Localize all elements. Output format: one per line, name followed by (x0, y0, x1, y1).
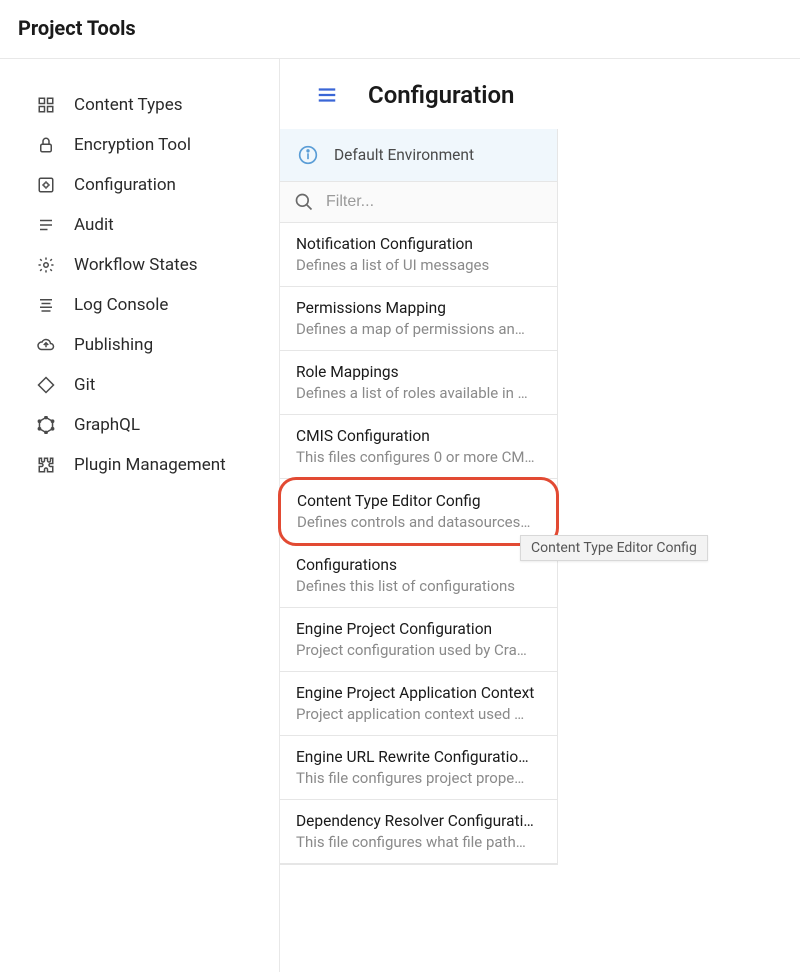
list-item-title: Dependency Resolver Configurati… (296, 812, 541, 830)
list-item-title: CMIS Configuration (296, 427, 541, 445)
config-item-permissions-mapping[interactable]: Permissions Mapping Defines a map of per… (280, 287, 557, 351)
widgets-icon (36, 95, 56, 115)
list-item-desc: Defines a list of UI messages (296, 256, 541, 274)
puzzle-icon (36, 455, 56, 475)
search-icon (294, 192, 314, 212)
list-item-desc: Project configuration used by Cra… (296, 641, 541, 659)
sidebar-item-workflow-states[interactable]: Workflow States (0, 245, 279, 285)
list-item-desc: Defines a map of permissions an… (296, 320, 541, 338)
config-item-notification-configuration[interactable]: Notification Configuration Defines a lis… (280, 223, 557, 287)
sidebar-item-audit[interactable]: Audit (0, 205, 279, 245)
list-item-desc: This files configures 0 or more CM… (296, 448, 541, 466)
sidebar-item-label: Publishing (74, 335, 153, 355)
sidebar-item-graphql[interactable]: GraphQL (0, 405, 279, 445)
hexagon-icon (36, 415, 56, 435)
config-item-engine-url-rewrite-configuration[interactable]: Engine URL Rewrite Configuratio… This fi… (280, 736, 557, 800)
sidebar-item-label: GraphQL (74, 415, 140, 435)
info-icon (298, 145, 318, 165)
environment-banner: Default Environment (280, 129, 557, 182)
list-item-title: Engine Project Application Context (296, 684, 541, 702)
list-item-title: Engine Project Configuration (296, 620, 541, 638)
config-item-dependency-resolver-configuration[interactable]: Dependency Resolver Configurati… This fi… (280, 800, 557, 864)
sidebar-item-label: Workflow States (74, 255, 198, 275)
config-item-engine-project-configuration[interactable]: Engine Project Configuration Project con… (280, 608, 557, 672)
main-content: Configuration Default Environment Notifi… (280, 59, 800, 972)
sidebar-item-label: Git (74, 375, 95, 395)
list-item-desc: This file configures project prope… (296, 769, 541, 787)
sidebar-item-label: Plugin Management (74, 455, 226, 475)
list-item-desc: This file configures what file path… (296, 833, 541, 851)
diamond-icon (36, 375, 56, 395)
config-list: Notification Configuration Defines a lis… (280, 223, 557, 864)
list-item-desc: Defines a list of roles available in … (296, 384, 541, 402)
sidebar-item-publishing[interactable]: Publishing (0, 325, 279, 365)
filter-row (280, 182, 557, 223)
config-item-content-type-editor-config[interactable]: Content Type Editor Config Defines contr… (278, 477, 559, 546)
lock-icon (36, 135, 56, 155)
environment-label: Default Environment (334, 146, 474, 164)
config-item-engine-project-application-context[interactable]: Engine Project Application Context Proje… (280, 672, 557, 736)
list-item-title: Configurations (296, 556, 541, 574)
config-panel: Default Environment Notification Configu… (280, 129, 558, 865)
list-item-desc: Defines this list of configurations (296, 577, 541, 595)
list-item-title: Content Type Editor Config (297, 492, 540, 510)
config-item-role-mappings[interactable]: Role Mappings Defines a list of roles av… (280, 351, 557, 415)
layout: Content Types Encryption Tool Configurat… (0, 59, 800, 972)
main-header: Configuration (280, 59, 800, 129)
list-item-desc: Project application context used … (296, 705, 541, 723)
sidebar-item-content-types[interactable]: Content Types (0, 85, 279, 125)
sidebar-item-log-console[interactable]: Log Console (0, 285, 279, 325)
filter-input[interactable] (326, 193, 543, 211)
sidebar-item-label: Log Console (74, 295, 168, 315)
list-icon (36, 215, 56, 235)
sidebar-item-label: Configuration (74, 175, 176, 195)
list-item-title: Engine URL Rewrite Configuratio… (296, 748, 541, 766)
page-header: Project Tools (0, 0, 800, 59)
page-title: Project Tools (18, 16, 782, 40)
config-item-cmis-configuration[interactable]: CMIS Configuration This files configures… (280, 415, 557, 479)
align-icon (36, 295, 56, 315)
sidebar: Content Types Encryption Tool Configurat… (0, 59, 280, 972)
menu-icon[interactable] (316, 84, 338, 106)
settings-box-icon (36, 175, 56, 195)
list-item-title: Notification Configuration (296, 235, 541, 253)
gear-icon (36, 255, 56, 275)
main-title: Configuration (368, 81, 514, 109)
sidebar-item-configuration[interactable]: Configuration (0, 165, 279, 205)
tooltip: Content Type Editor Config (520, 535, 708, 561)
sidebar-item-encryption-tool[interactable]: Encryption Tool (0, 125, 279, 165)
list-item-title: Permissions Mapping (296, 299, 541, 317)
list-item-desc: Defines controls and datasources… (297, 513, 540, 531)
config-item-configurations[interactable]: Configurations Defines this list of conf… (280, 544, 557, 608)
list-item-title: Role Mappings (296, 363, 541, 381)
sidebar-item-label: Content Types (74, 95, 182, 115)
cloud-up-icon (36, 335, 56, 355)
sidebar-item-git[interactable]: Git (0, 365, 279, 405)
sidebar-item-label: Audit (74, 215, 114, 235)
sidebar-item-plugin-management[interactable]: Plugin Management (0, 445, 279, 485)
sidebar-item-label: Encryption Tool (74, 135, 191, 155)
